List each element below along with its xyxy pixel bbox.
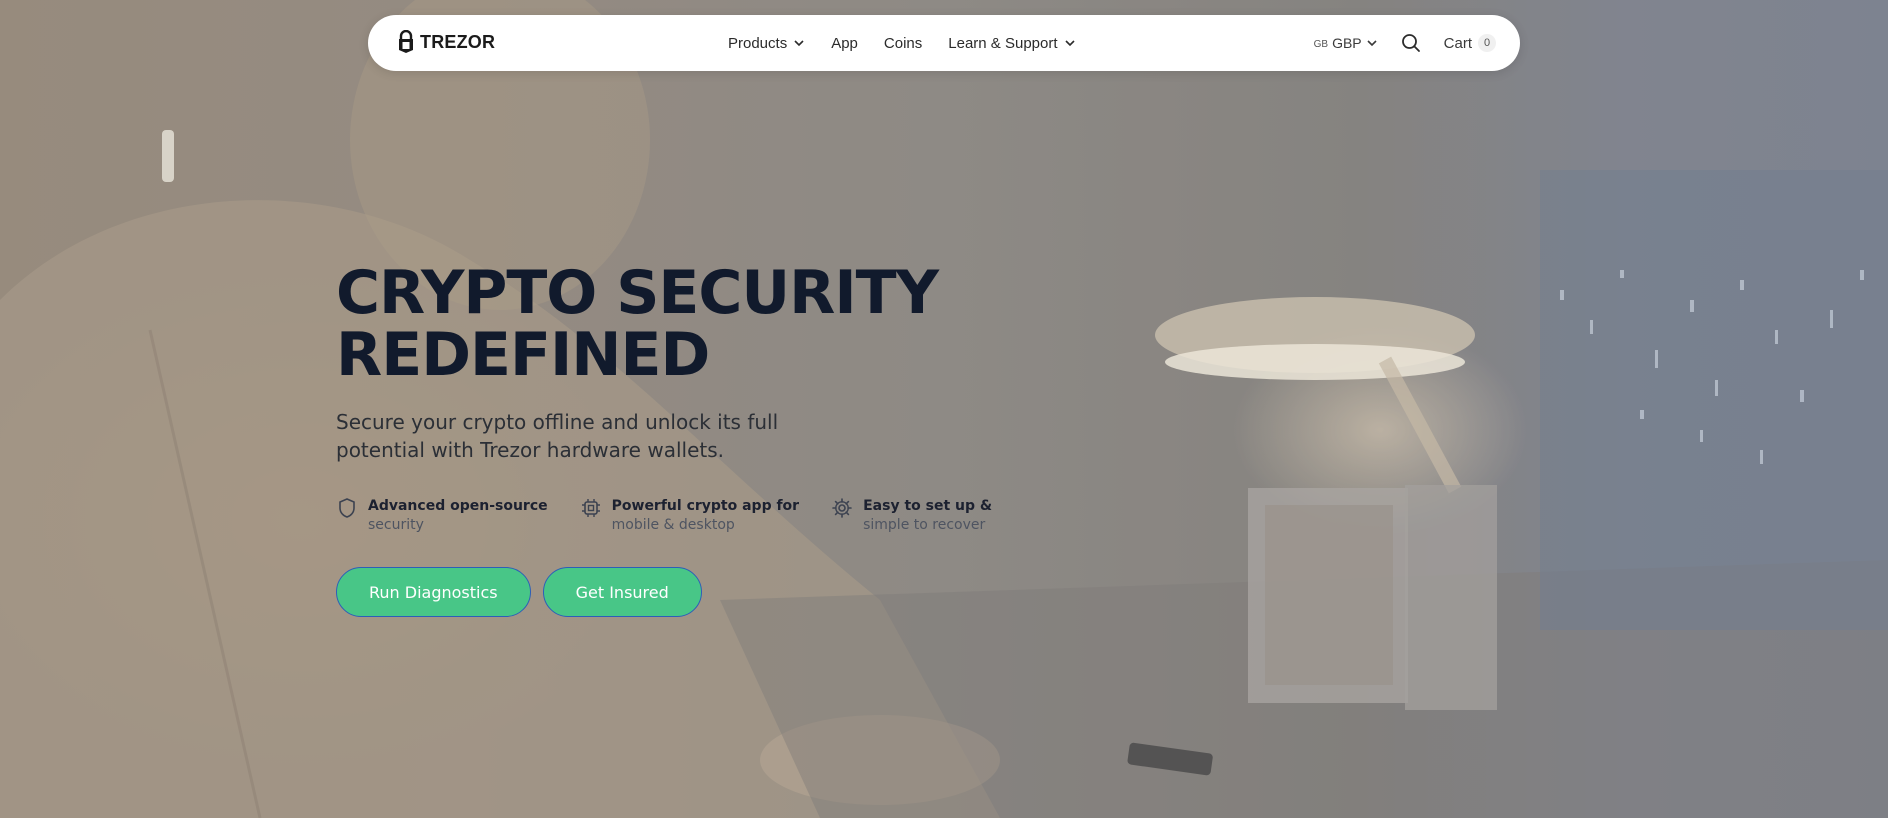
nav-app-label: App bbox=[831, 34, 858, 52]
nav-learn-support-label: Learn & Support bbox=[948, 34, 1058, 52]
feature-title: Powerful crypto app for bbox=[611, 498, 800, 514]
feature-desc: simple to recover bbox=[863, 517, 986, 533]
feature-desc: mobile & desktop bbox=[611, 517, 735, 533]
hero-title: CRYPTO SECURITY REDEFINED bbox=[336, 262, 1056, 386]
search-icon bbox=[1401, 34, 1420, 52]
currency-selector[interactable]: GB GBP bbox=[1314, 35, 1378, 51]
cart-count-badge: 0 bbox=[1478, 34, 1496, 52]
cart-label: Cart bbox=[1443, 34, 1472, 52]
feature-desc: security bbox=[368, 517, 424, 533]
logo-text: TREZOR bbox=[420, 31, 496, 52]
nav-right: GB GBP Cart 0 bbox=[1314, 15, 1496, 71]
trezor-logo[interactable]: TREZOR bbox=[398, 30, 495, 54]
feature-item: Advanced open-source security bbox=[336, 496, 548, 535]
chevron-down-icon bbox=[1064, 40, 1075, 47]
currency-label: GBP bbox=[1332, 35, 1362, 51]
run-diagnostics-button[interactable]: Run Diagnostics bbox=[336, 567, 531, 617]
chevron-down-icon bbox=[1367, 40, 1377, 47]
feature-item: Powerful crypto app for mobile & desktop bbox=[580, 496, 799, 535]
feature-list: Advanced open-source security Powerful c… bbox=[336, 496, 1056, 535]
hero-title-line-1: CRYPTO SECURITY bbox=[336, 258, 939, 328]
cart-button[interactable]: Cart 0 bbox=[1444, 34, 1496, 52]
feature-title: Advanced open-source bbox=[368, 498, 548, 514]
gear-icon bbox=[832, 498, 852, 518]
nav-learn-support[interactable]: Learn & Support bbox=[948, 35, 1075, 52]
feature-item: Easy to set up & simple to recover bbox=[831, 496, 992, 535]
get-insured-button[interactable]: Get Insured bbox=[542, 567, 702, 617]
cta-row: Run Diagnostics Get Insured bbox=[336, 567, 1056, 617]
chip-icon bbox=[581, 499, 600, 517]
chevron-down-icon bbox=[794, 40, 804, 47]
feature-title: Easy to set up & bbox=[863, 498, 993, 514]
hero-title-line-2: REDEFINED bbox=[336, 320, 710, 390]
currency-flag: GB bbox=[1313, 38, 1329, 50]
hero-subtitle: Secure your crypto offline and unlock it… bbox=[336, 410, 779, 462]
nav-products[interactable]: Products bbox=[728, 35, 805, 52]
nav-coins[interactable]: Coins bbox=[884, 35, 922, 52]
nav-products-label: Products bbox=[728, 34, 788, 52]
top-navbar: TREZOR Products App Coins Learn & Suppor… bbox=[368, 15, 1520, 71]
nav-app[interactable]: App bbox=[831, 35, 858, 52]
shield-icon bbox=[339, 498, 355, 518]
nav-links: Products App Coins Learn & Support bbox=[728, 15, 1076, 71]
hero-section: CRYPTO SECURITY REDEFINED Secure your cr… bbox=[336, 262, 1056, 617]
nav-coins-label: Coins bbox=[883, 34, 923, 52]
lock-logo-icon bbox=[399, 30, 413, 53]
search-button[interactable] bbox=[1400, 32, 1422, 54]
